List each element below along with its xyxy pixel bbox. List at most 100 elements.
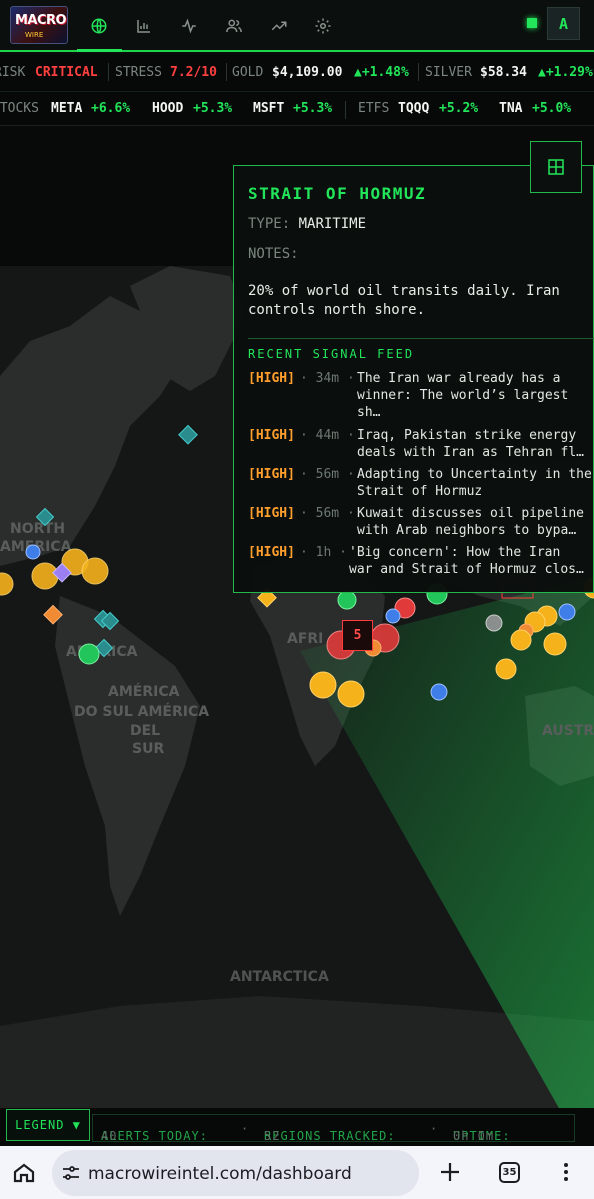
event-marker[interactable]	[510, 629, 532, 651]
region-label: AUSTR	[542, 723, 594, 739]
stats-separator: ·	[241, 1122, 250, 1136]
event-marker[interactable]	[25, 544, 41, 560]
browser-toolbar: macrowireintel.com/dashboard 35	[0, 1146, 594, 1199]
silver-price: $58.34	[480, 65, 527, 80]
movers-ticker: STOCKS META +6.6% HOOD +5.3% MSFT +5.3% …	[0, 92, 594, 126]
globe-icon[interactable]	[83, 10, 115, 42]
silver-change: ▲+1.29%	[538, 65, 593, 80]
market-risk-ticker: RISK CRITICAL STRESS 7.2/10 GOLD $4,109.…	[0, 54, 594, 92]
feed-time: · 34m ·	[300, 371, 355, 386]
home-icon[interactable]	[12, 1161, 36, 1185]
gold-label: GOLD	[232, 65, 264, 80]
more-options-icon[interactable]	[554, 1160, 578, 1184]
event-marker[interactable]	[81, 557, 109, 585]
region-label: AMÉRICA	[108, 683, 180, 700]
event-marker[interactable]	[385, 608, 401, 624]
trending-up-icon[interactable]	[263, 10, 295, 42]
feed-headline: The Iran war already has a winner: The w…	[357, 371, 569, 420]
site-settings-icon[interactable]	[62, 1165, 80, 1181]
url-text: macrowireintel.com/dashboard	[88, 1164, 352, 1184]
event-marker[interactable]	[430, 683, 448, 701]
activity-icon[interactable]	[173, 10, 205, 42]
ticker-separator	[226, 63, 227, 81]
top-nav: MACRO WIRE A	[0, 0, 594, 52]
region-label: ANTARCTICA	[230, 969, 329, 985]
risk-value: CRITICAL	[35, 65, 98, 80]
ticker-separator	[418, 63, 419, 81]
priority-badge: [HIGH]	[248, 467, 295, 482]
feed-headline: Iraq, Pakistan strike energy deals with …	[357, 428, 584, 460]
new-tab-plus-icon[interactable]	[438, 1160, 462, 1184]
signal-feed-item[interactable]: [HIGH] · 56m · Kuwait discusses oil pipe…	[248, 505, 593, 543]
legend-toggle-button[interactable]: LEGEND ▼	[6, 1109, 90, 1141]
event-marker[interactable]	[31, 562, 59, 590]
stock-change: +6.6%	[91, 101, 131, 116]
event-marker[interactable]	[337, 590, 357, 610]
signal-feed-item[interactable]: [HIGH] · 34m · The Iran war already has …	[248, 370, 593, 420]
region-label: NORTH	[10, 521, 65, 537]
address-bar[interactable]: macrowireintel.com/dashboard	[52, 1150, 419, 1196]
popup-divider	[248, 338, 594, 339]
type-label: TYPE:	[248, 216, 291, 232]
priority-badge: [HIGH]	[248, 371, 295, 386]
feed-time: · 56m ·	[300, 506, 355, 521]
region-label: AFRI	[287, 631, 323, 647]
etf-symbol[interactable]: TQQQ	[398, 101, 429, 116]
stock-change: +5.3%	[293, 101, 333, 116]
gold-change: ▲+1.48%	[354, 65, 409, 80]
region-label: SUR	[132, 741, 164, 757]
signal-feed-item[interactable]: [HIGH] · 44m · Iraq, Pakistan strike ene…	[248, 427, 593, 465]
event-marker[interactable]	[78, 643, 100, 665]
event-marker[interactable]	[558, 603, 576, 621]
signal-feed-item[interactable]: [HIGH] · 1h · 'Big concern': How the Ira…	[248, 544, 593, 582]
event-marker[interactable]	[309, 671, 337, 699]
grid-icon	[548, 159, 564, 175]
popup-title: STRAIT OF HORMUZ	[248, 184, 427, 203]
event-marker[interactable]	[337, 680, 365, 708]
stock-symbol[interactable]: MSFT	[253, 101, 284, 116]
feed-headline: Adapting to Uncertainty in the Strait of…	[357, 467, 592, 499]
logo-subtext: WIRE	[25, 31, 44, 39]
feed-time: · 1h ·	[300, 545, 347, 560]
silver-label: SILVER	[425, 65, 472, 80]
region-label: DO SUL AMÉRICA	[74, 703, 209, 720]
location-detail-popup: STRAIT OF HORMUZ TYPE: MARITIME NOTES: 2…	[233, 165, 594, 593]
signal-feed-item[interactable]: [HIGH] · 56m · Adapting to Uncertainty i…	[248, 466, 593, 504]
stats-strip: ALERTS TODAY: 40 · REGIONS TRACKED: 52 ·…	[92, 1114, 575, 1142]
feed-headline: Kuwait discusses oil pipeline with Arab …	[357, 506, 584, 538]
signal-feed-title: RECENT SIGNAL FEED	[248, 347, 415, 361]
ticker-separator	[108, 63, 109, 81]
stock-change: +5.3%	[193, 101, 233, 116]
bar-chart-icon[interactable]	[128, 10, 160, 42]
event-marker[interactable]	[485, 614, 503, 632]
event-marker[interactable]	[495, 658, 517, 680]
layout-grid-button[interactable]	[530, 141, 582, 193]
tab-switcher-button[interactable]: 35	[499, 1162, 520, 1183]
etf-symbol[interactable]: TNA	[499, 101, 522, 116]
notes-text: 20% of world oil transits daily. Iran co…	[248, 283, 560, 318]
priority-badge: [HIGH]	[248, 506, 295, 521]
feed-time: · 44m ·	[300, 428, 355, 443]
stocks-label: STOCKS	[0, 101, 39, 116]
gold-price: $4,109.00	[272, 65, 343, 80]
risk-label: RISK	[0, 65, 26, 80]
event-marker[interactable]	[543, 632, 567, 656]
etf-change: +5.2%	[439, 101, 479, 116]
bottom-status-bar: LEGEND ▼ ALERTS TODAY: 40 · REGIONS TRAC…	[0, 1108, 594, 1146]
feed-time: · 56m ·	[300, 467, 355, 482]
stock-symbol[interactable]: HOOD	[152, 101, 183, 116]
settings-gear-icon[interactable]	[307, 10, 339, 42]
priority-badge: [HIGH]	[248, 428, 295, 443]
users-icon[interactable]	[218, 10, 250, 42]
region-label: DEL	[130, 723, 160, 739]
event-cluster-count[interactable]: 5	[342, 620, 373, 651]
stock-symbol[interactable]: META	[51, 101, 82, 116]
logo-text: MACRO	[15, 13, 67, 28]
type-value: MARITIME	[298, 216, 367, 232]
app-logo[interactable]: MACRO WIRE	[10, 6, 68, 44]
user-avatar[interactable]: A	[547, 7, 580, 40]
stress-value: 7.2/10	[170, 65, 217, 80]
connection-status-indicator	[527, 18, 537, 28]
ticker-separator	[345, 101, 346, 119]
nav-active-indicator	[77, 49, 122, 52]
